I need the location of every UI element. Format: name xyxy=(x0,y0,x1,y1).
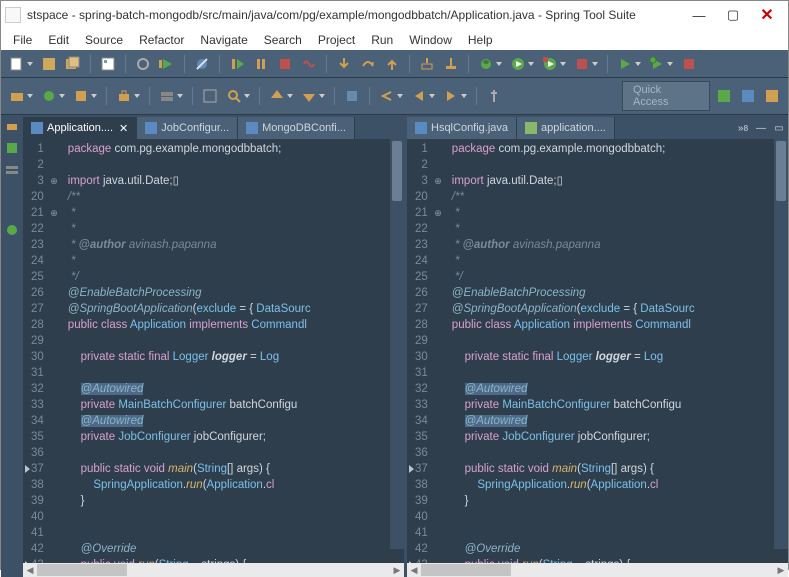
relaunch-button[interactable] xyxy=(157,54,177,74)
maximize-view-icon[interactable]: ▭ xyxy=(770,117,788,139)
editor-tab[interactable]: application.... xyxy=(517,117,615,139)
work-area: Application.... ✕ JobConfigur... MongoDBCon… xyxy=(1,115,788,577)
editor-pane-right: HsqlConfig.java application.... »8—▭ 12320… xyxy=(407,115,788,577)
editor-tab[interactable]: JobConfigur... xyxy=(137,117,238,139)
java-file-icon xyxy=(525,122,537,134)
run-dropdown[interactable] xyxy=(508,54,528,74)
menu-search[interactable]: Search xyxy=(256,31,310,49)
skip-breakpoints-button[interactable] xyxy=(192,54,212,74)
coverage-dropdown[interactable] xyxy=(540,54,560,74)
forward-dropdown[interactable] xyxy=(441,86,461,106)
tab-label: HsqlConfig.java xyxy=(431,122,508,134)
drop-to-frame-button[interactable] xyxy=(417,54,437,74)
editor-tab[interactable]: HsqlConfig.java xyxy=(407,117,517,139)
java-file-icon xyxy=(415,122,427,134)
link-button[interactable] xyxy=(133,54,153,74)
servers-view-icon[interactable] xyxy=(5,163,19,177)
quick-access[interactable]: Quick Access xyxy=(622,81,710,111)
menu-source[interactable]: Source xyxy=(77,31,131,49)
menu-run[interactable]: Run xyxy=(363,31,401,49)
run-last-tool-dropdown[interactable] xyxy=(572,54,592,74)
tab-label: Application.... xyxy=(47,122,113,134)
boot-dashboard-view-icon[interactable] xyxy=(5,141,19,155)
last-edit-dropdown[interactable] xyxy=(377,86,397,106)
relaunch-app-dropdown[interactable] xyxy=(615,54,635,74)
close-button[interactable]: ✕ xyxy=(750,4,784,26)
minimize-button[interactable]: — xyxy=(682,4,716,26)
toggle-mark-button[interactable] xyxy=(342,86,362,106)
step-return-button[interactable] xyxy=(382,54,402,74)
toolbar-row-1 xyxy=(1,51,788,78)
disconnect-button[interactable] xyxy=(299,54,319,74)
window-titlebar: stspace - spring-batch-mongodb/src/main/… xyxy=(1,1,788,29)
close-tab-icon[interactable]: ✕ xyxy=(119,122,128,135)
menu-project[interactable]: Project xyxy=(310,31,363,49)
vertical-scrollbar[interactable] xyxy=(390,139,404,549)
toolbar-row-2: Quick Access xyxy=(1,78,788,115)
save-button[interactable] xyxy=(39,54,59,74)
tab-label: application.... xyxy=(541,122,606,134)
menu-help[interactable]: Help xyxy=(460,31,501,49)
java-file-icon xyxy=(246,122,258,134)
use-step-filters-button[interactable] xyxy=(441,54,461,74)
open-task-button[interactable] xyxy=(200,86,220,106)
tab-bar-right: HsqlConfig.java application.... »8—▭ xyxy=(407,115,788,139)
horizontal-scrollbar-right[interactable]: ◀▶ xyxy=(407,563,788,577)
editor-tab[interactable]: Application.... ✕ xyxy=(23,117,137,139)
menu-file[interactable]: File xyxy=(5,31,40,49)
tab-label: MongoDBConfi... xyxy=(262,122,346,134)
view-gutter xyxy=(1,115,23,577)
annotation-next-dropdown[interactable] xyxy=(299,86,319,106)
annotation-nav-dropdown[interactable] xyxy=(267,86,287,106)
java-file-icon xyxy=(31,122,43,134)
step-into-button[interactable] xyxy=(334,54,354,74)
new-type-dropdown[interactable] xyxy=(71,86,91,106)
pin-editor-button[interactable] xyxy=(484,86,504,106)
suspend-button[interactable] xyxy=(251,54,271,74)
open-type-dropdown[interactable] xyxy=(114,86,134,106)
tabs-overflow[interactable]: »8 xyxy=(734,117,752,139)
package-explorer-icon[interactable] xyxy=(5,119,19,133)
boot-dashboard-button[interactable] xyxy=(98,54,118,74)
search-dropdown[interactable] xyxy=(224,86,244,106)
menu-window[interactable]: Window xyxy=(401,31,460,49)
perspective-java-button[interactable] xyxy=(762,86,782,106)
resume-button[interactable] xyxy=(227,54,247,74)
vertical-scrollbar[interactable] xyxy=(774,139,788,549)
tab-bar-left: Application.... ✕ JobConfigur... MongoDBCon… xyxy=(23,115,404,139)
editor-left[interactable]: 1232021222324252627282930313233343536373… xyxy=(23,139,404,563)
perspective-debug-button[interactable] xyxy=(738,86,758,106)
new-server-dropdown[interactable] xyxy=(157,86,177,106)
window-title: stspace - spring-batch-mongodb/src/main/… xyxy=(27,8,682,22)
editor-right[interactable]: 1232021222324252627282930313233343536373… xyxy=(407,139,788,563)
save-all-button[interactable] xyxy=(63,54,83,74)
back-dropdown[interactable] xyxy=(409,86,429,106)
relaunch-debug-dropdown[interactable] xyxy=(647,54,667,74)
java-file-icon xyxy=(145,122,157,134)
step-over-button[interactable] xyxy=(358,54,378,74)
perspective-spring-button[interactable] xyxy=(714,86,734,106)
new-package-dropdown[interactable] xyxy=(7,86,27,106)
horizontal-scrollbar-left[interactable]: ◀▶ xyxy=(23,563,404,577)
stop-button[interactable] xyxy=(679,54,699,74)
menu-navigate[interactable]: Navigate xyxy=(192,31,255,49)
terminate-button[interactable] xyxy=(275,54,295,74)
editor-area: Application.... ✕ JobConfigur... MongoDBCon… xyxy=(23,115,788,577)
restore-view-icon[interactable] xyxy=(5,223,19,237)
menu-edit[interactable]: Edit xyxy=(40,31,77,49)
maximize-button[interactable]: ▢ xyxy=(716,4,750,26)
minimize-view-icon[interactable]: — xyxy=(752,117,770,139)
editor-tab[interactable]: MongoDBConfi... xyxy=(238,117,355,139)
debug-dropdown[interactable] xyxy=(476,54,496,74)
new-button[interactable] xyxy=(7,54,27,74)
menu-refactor[interactable]: Refactor xyxy=(131,31,192,49)
tab-label: JobConfigur... xyxy=(161,122,229,134)
app-icon xyxy=(5,7,21,23)
new-class-dropdown[interactable] xyxy=(39,86,59,106)
menubar: FileEditSourceRefactorNavigateSearchProj… xyxy=(1,29,788,51)
editor-pane-left: Application.... ✕ JobConfigur... MongoDBCon… xyxy=(23,115,404,577)
